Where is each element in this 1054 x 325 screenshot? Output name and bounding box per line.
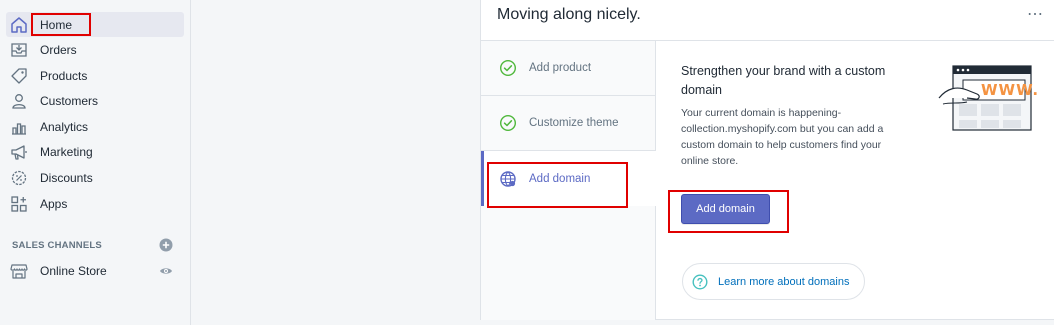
sidebar-item-label: Orders <box>40 42 77 57</box>
step-add-product[interactable]: Add product <box>481 41 656 96</box>
eye-icon[interactable] <box>159 264 173 278</box>
sidebar-item-label: Marketing <box>40 144 93 159</box>
learn-more-label: Learn more about domains <box>718 275 850 288</box>
sidebar-item-label: Analytics <box>40 119 89 134</box>
sidebar-item-customers[interactable]: Customers <box>6 88 184 113</box>
megaphone-icon <box>6 139 32 164</box>
step-description: Your current domain is happening-collect… <box>681 107 884 167</box>
orders-icon <box>6 37 32 62</box>
sidebar-item-label: Apps <box>40 196 68 211</box>
add-circle-icon[interactable] <box>159 238 173 252</box>
tag-icon <box>6 63 32 88</box>
step-add-domain[interactable]: Add domain <box>481 151 657 206</box>
apps-icon <box>6 191 32 216</box>
learn-more-domains-link[interactable]: Learn more about domains <box>682 263 865 300</box>
sidebar-item-products[interactable]: Products <box>6 63 184 88</box>
person-icon <box>6 88 32 113</box>
sidebar-item-apps[interactable]: Apps <box>6 191 184 216</box>
sidebar-item-label: Home <box>40 17 73 32</box>
sidebar-item-online-store[interactable]: Online Store <box>6 258 184 283</box>
step-heading: Strengthen your brand with a custom doma… <box>681 64 886 97</box>
sidebar-item-home[interactable]: Home <box>6 12 184 37</box>
sidebar-item-analytics[interactable]: Analytics <box>6 114 184 139</box>
setup-steps: Add product Customize theme Add domain <box>481 41 657 320</box>
step-label: Add domain <box>529 172 591 185</box>
add-domain-button[interactable]: Add domain <box>681 194 770 224</box>
card-title: Moving along nicely. <box>497 6 641 23</box>
discount-icon <box>6 165 32 190</box>
sidebar-item-label: Products <box>40 68 88 83</box>
www-label: WWW. <box>981 81 1040 99</box>
sidebar-item-label: Discounts <box>40 170 93 185</box>
step-label: Customize theme <box>529 117 619 129</box>
sidebar-item-marketing[interactable]: Marketing <box>6 139 184 164</box>
check-circle-icon <box>499 59 517 77</box>
step-content: Strengthen your brand with a custom doma… <box>681 62 911 169</box>
sidebar-item-label: Customers <box>40 93 99 108</box>
sidebar-item-discounts[interactable]: Discounts <box>6 165 184 190</box>
home-icon <box>6 12 32 37</box>
domain-illustration: WWW. <box>937 60 1038 138</box>
store-icon <box>6 258 32 283</box>
sidebar: Home Orders Products Customers Analytics… <box>0 0 191 325</box>
globe-icon <box>499 170 517 188</box>
more-actions-icon[interactable]: ⋯ <box>1027 4 1044 24</box>
setup-guide-card: Moving along nicely. ⋯ Add product Custo… <box>480 0 1054 320</box>
bar-chart-icon <box>6 114 32 139</box>
check-circle-icon <box>499 114 517 132</box>
sales-channels-title: SALES CHANNELS <box>12 240 102 251</box>
sidebar-item-orders[interactable]: Orders <box>6 37 184 62</box>
step-customize-theme[interactable]: Customize theme <box>481 96 656 151</box>
step-label: Add product <box>529 62 592 74</box>
question-circle-icon <box>692 273 708 290</box>
sidebar-item-label: Online Store <box>40 263 107 278</box>
